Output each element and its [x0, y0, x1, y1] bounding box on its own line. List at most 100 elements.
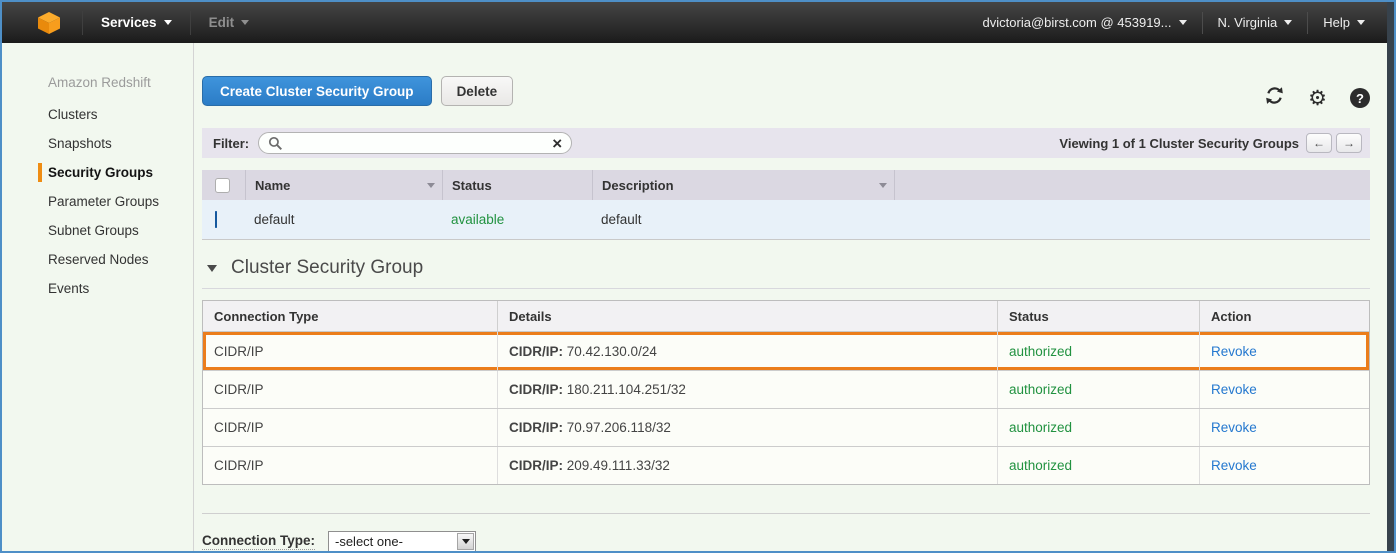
- top-nav-bar: Services Edit dvictoria@birst.com @ 4539…: [2, 2, 1394, 43]
- prev-page-button[interactable]: ←: [1306, 133, 1332, 153]
- region-menu-label: N. Virginia: [1217, 15, 1278, 30]
- next-page-button[interactable]: →: [1336, 133, 1362, 153]
- chevron-down-icon: [241, 20, 250, 25]
- revoke-link[interactable]: Revoke: [1211, 420, 1257, 435]
- section-header: Cluster Security Group: [202, 257, 1370, 279]
- cell-status: authorized: [997, 371, 1199, 408]
- table-row[interactable]: default available default: [202, 200, 1370, 240]
- cell-connection-type: CIDR/IP: [214, 458, 264, 473]
- column-header-status[interactable]: Status: [442, 170, 592, 200]
- aws-console-window: Services Edit dvictoria@birst.com @ 4539…: [0, 0, 1396, 553]
- cell-details: CIDR/IP: 70.42.130.0/24: [497, 332, 997, 370]
- cell-action: Revoke: [1199, 409, 1369, 446]
- section-title: Cluster Security Group: [231, 257, 424, 278]
- scrollbar-track[interactable]: [1387, 2, 1394, 551]
- cell-action: Revoke: [1199, 371, 1369, 408]
- cell-details: CIDR/IP: 180.211.104.251/32: [497, 371, 997, 408]
- filter-band: Filter: × Viewing 1 of 1 Cluster Securit…: [202, 128, 1370, 158]
- chevron-down-icon: [1357, 20, 1365, 25]
- help-menu-label: Help: [1323, 15, 1350, 30]
- cell-status: available: [442, 212, 592, 227]
- column-header-status: Status: [997, 301, 1199, 331]
- edit-menu[interactable]: Edit: [191, 15, 268, 30]
- sidebar-item-clusters[interactable]: Clusters: [2, 100, 193, 129]
- sidebar-item-events[interactable]: Events: [2, 274, 193, 303]
- connection-row: CIDR/IP CIDR/IP: 180.211.104.251/32 author…: [203, 370, 1369, 408]
- cell-action: Revoke: [1199, 447, 1369, 484]
- cell-action: Revoke: [1199, 332, 1369, 370]
- column-header-action: Action: [1199, 301, 1369, 331]
- sidebar-item-reserved-nodes[interactable]: Reserved Nodes: [2, 245, 193, 274]
- chevron-down-icon: [1178, 20, 1187, 25]
- revoke-link[interactable]: Revoke: [1211, 344, 1257, 359]
- chevron-down-icon: [461, 539, 470, 544]
- details-label: CIDR/IP:: [509, 458, 563, 473]
- connection-row: CIDR/IP CIDR/IP: 70.42.130.0/24 authorized…: [203, 332, 1369, 370]
- sidebar-heading: Amazon Redshift: [48, 75, 151, 90]
- create-cluster-security-group-button[interactable]: Create Cluster Security Group: [202, 76, 432, 106]
- viewing-count-text: Viewing 1 of 1 Cluster Security Groups: [1059, 135, 1299, 151]
- services-menu[interactable]: Services: [83, 15, 190, 30]
- cell-details: CIDR/IP: 70.97.206.118/32: [497, 409, 997, 446]
- section-divider: [202, 288, 1370, 289]
- sidebar-item-parameter-groups[interactable]: Parameter Groups: [2, 187, 193, 216]
- cell-status: authorized: [997, 332, 1199, 370]
- main-content: Create Cluster Security Group Delete ⚙ ?…: [194, 43, 1394, 551]
- account-menu-label: dvictoria@birst.com @ 453919...: [982, 15, 1172, 30]
- collapse-icon[interactable]: [207, 264, 217, 272]
- help-icon[interactable]: ?: [1350, 88, 1370, 108]
- connection-type-label: Connection Type:: [202, 533, 315, 550]
- cell-name: default: [254, 212, 295, 227]
- details-label: CIDR/IP:: [509, 420, 563, 435]
- search-icon: [268, 136, 283, 151]
- cell-description: default: [601, 212, 642, 227]
- connection-row: CIDR/IP CIDR/IP: 209.49.111.33/32 authoriz…: [203, 446, 1369, 484]
- details-label: CIDR/IP:: [509, 382, 563, 397]
- column-header-name[interactable]: Name: [245, 170, 442, 200]
- services-menu-label: Services: [101, 15, 157, 30]
- row-checkbox[interactable]: [215, 211, 217, 228]
- status-text: authorized: [1009, 420, 1073, 435]
- status-text: authorized: [1009, 343, 1073, 359]
- sidebar-item-subnet-groups[interactable]: Subnet Groups: [2, 216, 193, 245]
- footer-divider: [202, 513, 1370, 514]
- status-text: authorized: [1009, 458, 1073, 473]
- cell-status: authorized: [997, 447, 1199, 484]
- connections-table-header: Connection Type Details Status Action: [203, 301, 1369, 332]
- delete-button[interactable]: Delete: [440, 76, 514, 106]
- aws-logo-icon[interactable]: [36, 10, 62, 36]
- refresh-icon[interactable]: [1264, 85, 1285, 111]
- help-menu[interactable]: Help: [1308, 15, 1380, 30]
- revoke-link[interactable]: Revoke: [1211, 382, 1257, 397]
- region-menu[interactable]: N. Virginia: [1203, 15, 1308, 30]
- select-dropdown-button[interactable]: [457, 533, 474, 550]
- account-menu[interactable]: dvictoria@birst.com @ 453919...: [968, 15, 1202, 30]
- cell-status: authorized: [997, 409, 1199, 446]
- filter-label: Filter:: [213, 135, 250, 151]
- status-text: available: [451, 212, 505, 227]
- cell-connection-type: CIDR/IP: [214, 382, 264, 397]
- groups-table-header: Name Status Description: [202, 170, 1370, 200]
- sort-icon: [427, 182, 435, 188]
- gear-icon[interactable]: ⚙: [1308, 88, 1327, 109]
- status-text: authorized: [1009, 382, 1073, 397]
- revoke-link[interactable]: Revoke: [1211, 458, 1257, 473]
- clear-filter-icon[interactable]: ×: [552, 135, 562, 152]
- chevron-down-icon: [163, 20, 172, 25]
- filter-search-input[interactable]: [289, 135, 553, 151]
- cell-connection-type: CIDR/IP: [214, 420, 264, 435]
- column-header-connection-type: Connection Type: [214, 308, 319, 324]
- sidebar-item-snapshots[interactable]: Snapshots: [2, 129, 193, 158]
- chevron-down-icon: [1284, 20, 1293, 25]
- sidebar-item-security-groups[interactable]: Security Groups: [2, 158, 193, 187]
- filter-search-box[interactable]: ×: [258, 132, 573, 154]
- cell-details: CIDR/IP: 209.49.111.33/32: [497, 447, 997, 484]
- details-label: CIDR/IP:: [509, 343, 563, 359]
- sidebar: Amazon Redshift Clusters Snapshots Securit…: [2, 43, 194, 551]
- column-header-details: Details: [497, 301, 997, 331]
- connection-row: CIDR/IP CIDR/IP: 70.97.206.118/32 authoriz…: [203, 408, 1369, 446]
- sort-icon: [879, 182, 887, 188]
- column-header-description[interactable]: Description: [592, 170, 894, 200]
- select-all-checkbox[interactable]: [215, 177, 230, 193]
- connection-type-select[interactable]: -select one-: [328, 531, 476, 551]
